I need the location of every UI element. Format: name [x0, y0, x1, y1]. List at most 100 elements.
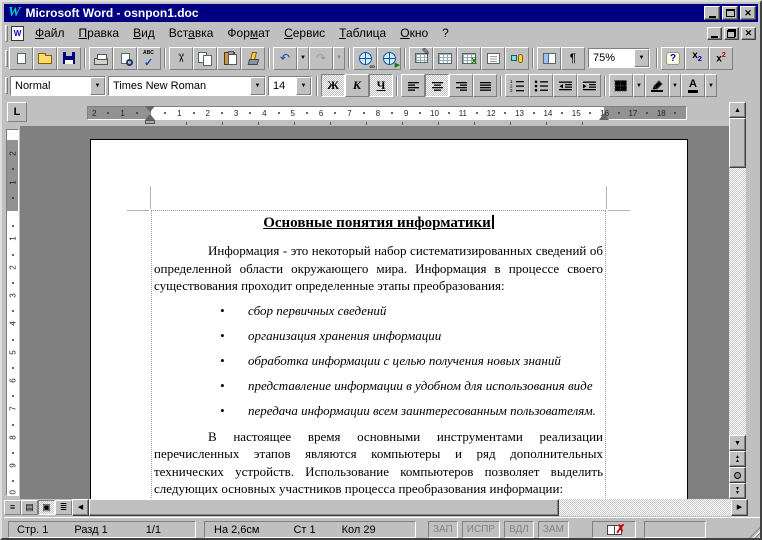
status-indicator[interactable]: ЗАМ	[538, 521, 569, 538]
underline-button[interactable]: Ч	[369, 74, 393, 97]
menu-window[interactable]: Окно	[393, 24, 435, 42]
document-icon[interactable]: W	[11, 26, 24, 41]
numbered-list-button[interactable]: 123	[505, 74, 529, 97]
justify-button[interactable]	[473, 74, 497, 97]
save-button[interactable]	[57, 47, 81, 70]
stage-bullet-3[interactable]: обработка информации с целью получения н…	[154, 352, 603, 369]
zoom-combo-dropdown[interactable]: ▼	[634, 49, 649, 67]
scroll-right-button[interactable]: ▶	[731, 499, 748, 516]
right-indent-marker[interactable]	[599, 113, 609, 120]
highlight-dropdown[interactable]: ▼	[669, 74, 681, 97]
print-layout-view-button[interactable]: ▣	[38, 500, 55, 515]
menu-format[interactable]: Формат	[220, 24, 277, 42]
bold-button[interactable]: Ж	[321, 74, 345, 97]
subscript-button[interactable]: x2	[685, 47, 709, 70]
minimize-button[interactable]	[704, 6, 720, 20]
status-page-info[interactable]: Стр. 1 Разд 1 1/1	[8, 521, 196, 538]
paragraph[interactable]: Информация - это некоторый набор система…	[154, 242, 603, 295]
page[interactable]: Основные понятия информатики Информация …	[90, 139, 688, 499]
borders-dropdown[interactable]: ▼	[633, 74, 645, 97]
first-line-indent-marker[interactable]	[145, 106, 155, 112]
document-heading[interactable]: Основные понятия информатики	[154, 213, 603, 233]
stage-bullet-1[interactable]: сбор первичных сведений	[154, 302, 603, 319]
status-cursor-info[interactable]: На 2,6см Ст 1 Кол 29	[204, 521, 416, 538]
undo-dropdown[interactable]: ▼	[297, 47, 309, 70]
undo-button[interactable]: ↶	[273, 47, 297, 70]
style-combo-dropdown[interactable]: ▼	[90, 77, 105, 95]
font-size-combo-dropdown[interactable]: ▼	[296, 77, 311, 95]
superscript-button[interactable]: x2	[709, 47, 733, 70]
format-painter-button[interactable]	[241, 47, 265, 70]
spelling-status-panel[interactable]: ✗	[592, 521, 636, 538]
horizontal-scroll-track[interactable]	[89, 499, 731, 516]
font-combo[interactable]: Times New Roman ▼	[108, 76, 266, 96]
font-color-dropdown[interactable]: ▼	[705, 74, 717, 97]
tables-and-borders-button[interactable]: ✎	[409, 47, 433, 70]
left-indent-marker[interactable]	[145, 120, 155, 124]
bulleted-list-button[interactable]	[529, 74, 553, 97]
insert-table-button[interactable]	[433, 47, 457, 70]
italic-button[interactable]: К	[345, 74, 369, 97]
previous-page-button[interactable]: ▲▲	[729, 451, 746, 467]
doc-restore-button[interactable]	[724, 27, 739, 40]
status-indicator[interactable]: ВДЛ	[504, 521, 534, 538]
doc-minimize-button[interactable]	[707, 27, 722, 40]
menu-table[interactable]: Таблица	[332, 24, 393, 42]
vertical-scrollbar[interactable]: ▲ ▼ ▲▲ ▼▼	[729, 102, 746, 499]
office-assistant-button[interactable]: ?	[661, 47, 685, 70]
cut-button[interactable]: ✂	[169, 47, 193, 70]
outline-view-button[interactable]: ≣	[55, 500, 72, 515]
align-left-button[interactable]	[401, 74, 425, 97]
borders-button[interactable]	[609, 74, 633, 97]
text-area[interactable]: Основные понятия информатики Информация …	[151, 210, 606, 499]
toolbar-drag-handle[interactable]	[5, 50, 8, 67]
drawing-button[interactable]	[505, 47, 529, 70]
redo-button[interactable]: ↷	[309, 47, 333, 70]
font-color-button[interactable]: А	[681, 74, 705, 97]
decrease-indent-button[interactable]	[553, 74, 577, 97]
insert-excel-table-button[interactable]: X	[457, 47, 481, 70]
web-layout-view-button[interactable]: ▤	[21, 500, 38, 515]
font-size-combo[interactable]: 14 ▼	[268, 76, 312, 96]
scroll-up-button[interactable]: ▲	[729, 102, 746, 118]
document-workspace[interactable]: Основные понятия информатики Информация …	[20, 126, 729, 499]
print-button[interactable]	[89, 47, 113, 70]
scroll-down-button[interactable]: ▼	[729, 435, 746, 451]
next-page-button[interactable]: ▼▼	[729, 483, 746, 499]
stage-bullet-5[interactable]: передача информации всем заинтересованны…	[154, 402, 603, 419]
select-browse-object-button[interactable]	[729, 467, 746, 483]
scroll-left-button[interactable]: ◀	[72, 499, 89, 516]
resize-grip[interactable]	[748, 526, 761, 539]
toolbar-drag-handle[interactable]	[5, 25, 8, 42]
horizontal-scroll-thumb[interactable]	[89, 499, 559, 516]
status-indicator[interactable]: ЗАП	[428, 521, 458, 538]
stage-bullet-4[interactable]: представление информации в удобном для и…	[154, 377, 603, 394]
web-toolbar-button[interactable]: ▶	[377, 47, 401, 70]
align-right-button[interactable]	[449, 74, 473, 97]
align-center-button[interactable]	[425, 74, 449, 97]
columns-button[interactable]	[481, 47, 505, 70]
toolbar-drag-handle[interactable]	[5, 77, 8, 94]
menu-file[interactable]: Файл	[28, 24, 72, 42]
insert-hyperlink-button[interactable]: ∞	[353, 47, 377, 70]
increase-indent-button[interactable]	[577, 74, 601, 97]
stage-bullet-2[interactable]: организация хранения информации	[154, 327, 603, 344]
show-formatting-marks-button[interactable]: ¶	[561, 47, 585, 70]
paragraph[interactable]: В настоящее время основными инструментам…	[154, 428, 603, 498]
document-map-button[interactable]	[537, 47, 561, 70]
redo-dropdown[interactable]: ▼	[333, 47, 345, 70]
vertical-scroll-thumb[interactable]	[729, 118, 746, 168]
menu-tools[interactable]: Сервис	[277, 24, 332, 42]
new-document-button[interactable]	[9, 47, 33, 70]
maximize-button[interactable]	[722, 6, 738, 20]
zoom-combo[interactable]: 75%▼	[588, 48, 650, 68]
status-indicator[interactable]: ИСПР	[462, 521, 500, 538]
horizontal-scrollbar[interactable]: ≡▤▣≣ ◀ ▶	[4, 499, 748, 516]
copy-button[interactable]	[193, 47, 217, 70]
style-combo[interactable]: Normal ▼	[10, 76, 106, 96]
menu-edit[interactable]: Правка	[72, 24, 127, 42]
menu-view[interactable]: Вид	[126, 24, 162, 42]
menu-insert[interactable]: Вставка	[162, 24, 221, 42]
tab-selector-button[interactable]: L	[7, 102, 27, 122]
vertical-scroll-track[interactable]	[729, 118, 746, 435]
